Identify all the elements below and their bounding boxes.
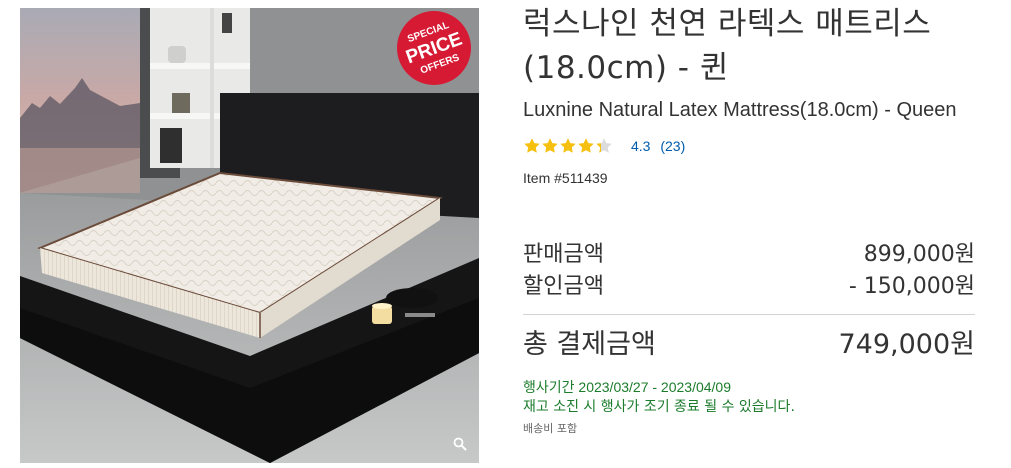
total-price-value: 749,000원: [838, 329, 976, 360]
item-number: Item #511439: [523, 170, 608, 186]
star-icon: [596, 138, 612, 153]
rating-link[interactable]: 4.3 (23): [631, 138, 685, 154]
magnifier-icon: [453, 437, 467, 451]
sale-price-label: 판매금액: [523, 242, 604, 267]
mattress-photo: SPECIAL PRICE OFFERS: [20, 8, 479, 463]
star-icon: [542, 138, 558, 153]
product-info: 럭스나인 천연 라텍스 매트리스(18.0cm) - 퀸 Luxnine Nat…: [523, 0, 975, 437]
special-price-badge: SPECIAL PRICE OFFERS: [397, 11, 471, 85]
sale-price-row: 판매금액 899,000원: [523, 239, 975, 271]
discount-row: 할인금액 - 150,000원: [523, 271, 975, 303]
total-price-label: 총 결제금액: [523, 329, 656, 360]
shipping-note: 배송비 포함: [523, 422, 578, 435]
price-summary: 판매금액 899,000원 할인금액 - 150,000원 총 결제금액 749…: [523, 239, 975, 365]
promotion-period: 행사기간 2023/03/27 - 2023/04/09: [523, 379, 731, 395]
review-count: (23): [660, 138, 686, 154]
promotion-info: 행사기간 2023/03/27 - 2023/04/09 재고 소진 시 행사가…: [523, 377, 975, 417]
promotion-notice: 재고 소진 시 행사가 조기 종료 될 수 있습니다.: [523, 399, 795, 415]
zoom-button[interactable]: [449, 433, 471, 455]
price-divider: [523, 314, 975, 315]
star-rating[interactable]: [523, 137, 613, 155]
product-title-english: Luxnine Natural Latex Mattress(18.0cm) -…: [523, 99, 957, 121]
product-image[interactable]: SPECIAL PRICE OFFERS: [20, 8, 479, 463]
discount-label: 할인금액: [523, 274, 604, 299]
star-icon: [560, 138, 576, 153]
star-icon: [578, 138, 594, 153]
product-title-korean: 럭스나인 천연 라텍스 매트리스(18.0cm) - 퀸: [523, 6, 932, 86]
sale-price-value: 899,000원: [863, 242, 975, 267]
star-icon: [524, 138, 540, 153]
total-price-row: 총 결제금액 749,000원: [523, 325, 975, 365]
rating-row: 4.3 (23): [523, 136, 975, 156]
discount-value: - 150,000원: [848, 274, 975, 299]
rating-score: 4.3: [631, 138, 651, 154]
